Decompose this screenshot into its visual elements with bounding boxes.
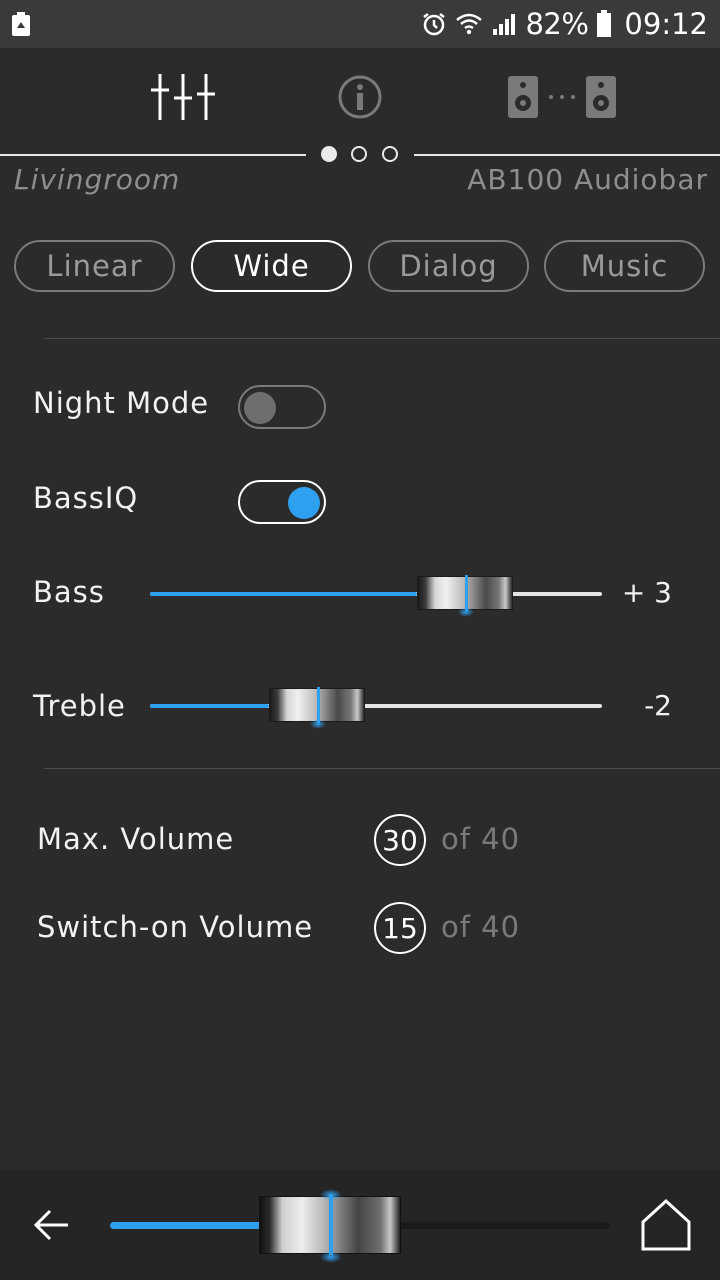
clock: 09:12 (624, 7, 708, 41)
bass-slider-thumb[interactable] (417, 575, 513, 617)
thumb-glow (320, 1189, 342, 1201)
treble-slider[interactable] (150, 687, 602, 729)
equalizer-icon[interactable] (148, 72, 218, 126)
battery-percent: 82% (525, 7, 589, 41)
max-volume-label: Max. Volume (37, 822, 235, 856)
room-name: Livingroom (14, 163, 181, 196)
toggle-knob (244, 392, 276, 424)
bass-slider-fill (150, 592, 417, 596)
top-navigation (0, 48, 720, 148)
mode-wide-button[interactable]: Wide (191, 240, 352, 292)
speakers-link-icon[interactable] (506, 74, 618, 124)
pager-line-left (0, 154, 306, 156)
bass-label: Bass (33, 575, 105, 609)
treble-slider-fill (150, 704, 269, 708)
switch-on-volume-label: Switch-on Volume (37, 910, 314, 944)
battery-saver-icon (10, 11, 32, 37)
thumb-marker (316, 687, 320, 723)
alarm-icon (423, 13, 446, 36)
info-icon[interactable] (337, 74, 383, 124)
divider (44, 338, 720, 339)
master-volume-thumb[interactable] (259, 1189, 401, 1263)
pager-dot-3[interactable] (382, 146, 398, 162)
pager-dot-2[interactable] (351, 146, 367, 162)
bass-slider[interactable] (150, 575, 602, 617)
treble-value: -2 (644, 689, 672, 722)
thumb-glow (309, 719, 326, 729)
bassiq-toggle[interactable] (238, 480, 326, 524)
home-icon[interactable] (640, 1198, 692, 1256)
treble-label: Treble (33, 689, 126, 723)
mode-music-button[interactable]: Music (544, 240, 705, 292)
thumb-marker (465, 575, 468, 611)
back-arrow-icon[interactable] (30, 1205, 72, 1249)
thumb-glow (458, 607, 474, 617)
signal-icon (493, 14, 516, 35)
switch-on-volume-value[interactable]: 15 (374, 902, 426, 954)
thumb-marker (329, 1195, 333, 1255)
pager-dot-1[interactable] (321, 146, 337, 162)
treble-slider-thumb[interactable] (268, 687, 365, 729)
thumb-glow (320, 1251, 342, 1263)
night-mode-toggle[interactable] (238, 385, 326, 429)
mode-linear-button[interactable]: Linear (14, 240, 175, 292)
mode-dialog-button[interactable]: Dialog (368, 240, 529, 292)
wifi-icon (456, 13, 483, 35)
divider (44, 768, 720, 769)
battery-icon (597, 10, 612, 37)
max-volume-value[interactable]: 30 (374, 814, 426, 866)
toggle-knob (288, 487, 320, 519)
device-model: AB100 Audiobar (467, 163, 708, 196)
sound-mode-selector: Linear Wide Dialog Music (14, 240, 706, 292)
status-bar: 82% 09:12 (0, 0, 720, 48)
switch-on-volume-of: of 40 (441, 910, 521, 944)
pager-line-right (414, 154, 720, 156)
max-volume-of: of 40 (441, 822, 521, 856)
bass-value: + 3 (621, 576, 672, 609)
master-volume-fill (110, 1222, 269, 1229)
night-mode-label: Night Mode (33, 386, 210, 420)
bassiq-label: BassIQ (33, 481, 139, 515)
